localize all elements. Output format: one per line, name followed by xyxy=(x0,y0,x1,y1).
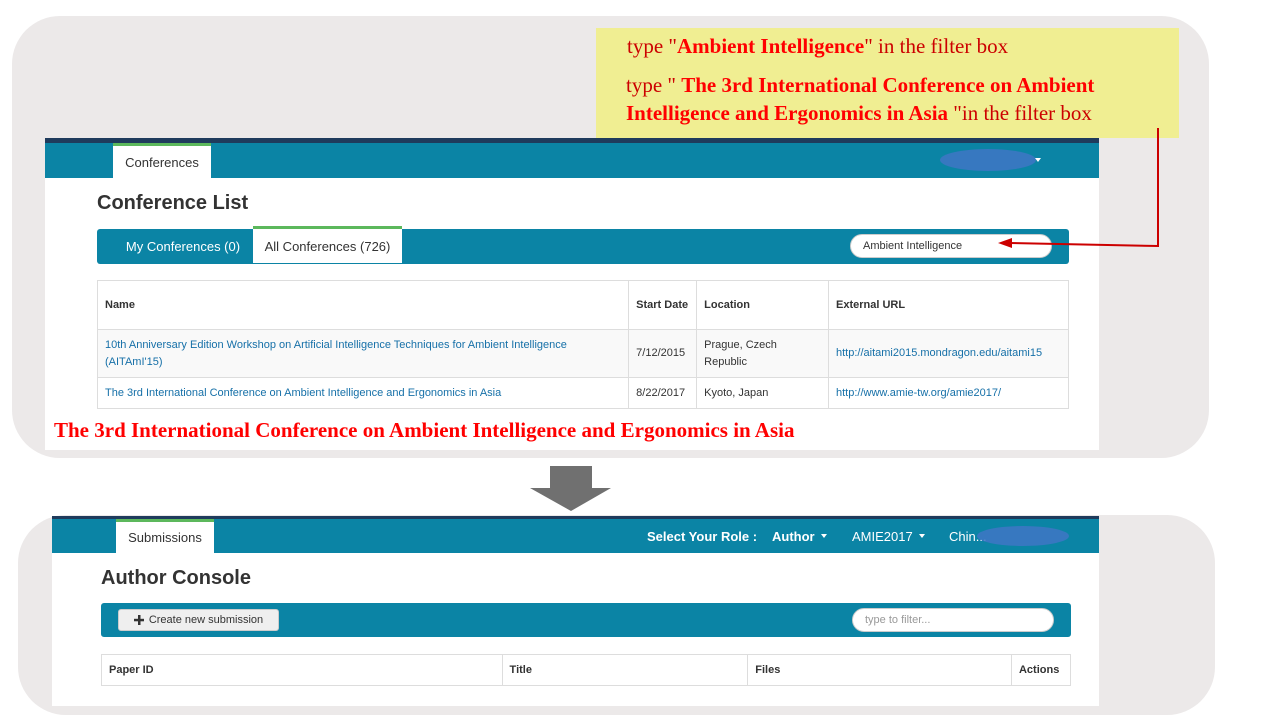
pointer-arrow-icon xyxy=(998,128,1159,248)
down-arrow-icon xyxy=(530,466,611,511)
annotation-overlay xyxy=(530,128,1159,511)
